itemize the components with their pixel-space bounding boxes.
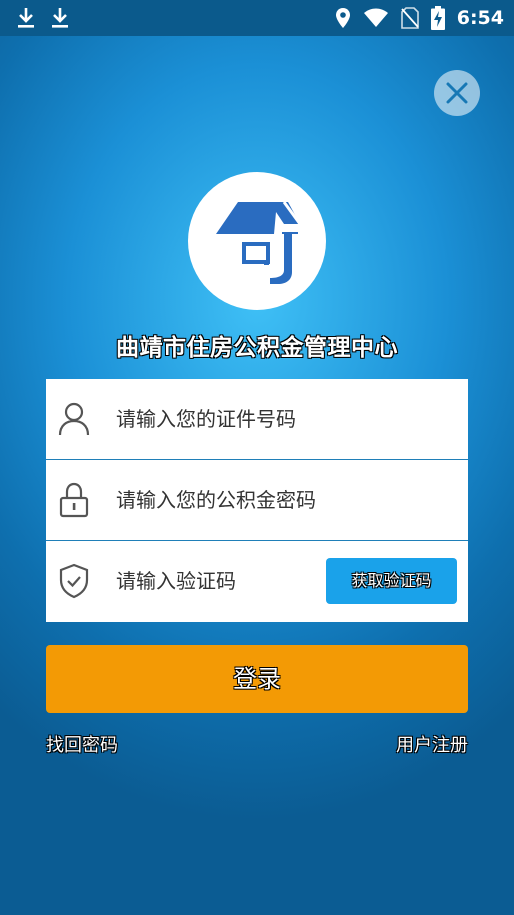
status-time: 6:54 bbox=[456, 7, 504, 29]
location-icon bbox=[335, 8, 350, 28]
download-icon bbox=[52, 8, 68, 28]
download-icon bbox=[18, 8, 34, 28]
login-form: 请输入您的证件号码 请输入您的公积金密码 请输入验证码 获取验证码 bbox=[46, 379, 468, 622]
id-number-row: 请输入您的证件号码 bbox=[46, 379, 468, 460]
house-logo-icon bbox=[216, 201, 302, 284]
register-link[interactable]: 用户注册 bbox=[396, 731, 468, 757]
verification-row: 请输入验证码 获取验证码 bbox=[46, 541, 468, 622]
get-code-button[interactable]: 获取验证码 bbox=[326, 558, 457, 604]
recover-password-link[interactable]: 找回密码 bbox=[46, 731, 118, 757]
app-logo bbox=[188, 172, 326, 310]
shield-check-icon bbox=[59, 563, 89, 599]
login-button[interactable]: 登录 bbox=[46, 645, 468, 713]
verification-code-input[interactable]: 请输入验证码 bbox=[116, 541, 236, 621]
password-input[interactable]: 请输入您的公积金密码 bbox=[116, 460, 316, 540]
close-button[interactable] bbox=[434, 70, 480, 116]
wifi-icon bbox=[363, 8, 388, 27]
battery-charging-icon bbox=[430, 6, 445, 30]
close-icon bbox=[446, 82, 468, 104]
id-number-input[interactable]: 请输入您的证件号码 bbox=[116, 379, 296, 459]
no-sim-icon bbox=[400, 7, 419, 29]
organization-name: 曲靖市住房公积金管理中心 bbox=[116, 335, 398, 361]
status-bar: 6:54 bbox=[0, 0, 514, 36]
lock-icon bbox=[59, 482, 89, 518]
user-icon bbox=[58, 402, 90, 436]
password-row: 请输入您的公积金密码 bbox=[46, 460, 468, 541]
